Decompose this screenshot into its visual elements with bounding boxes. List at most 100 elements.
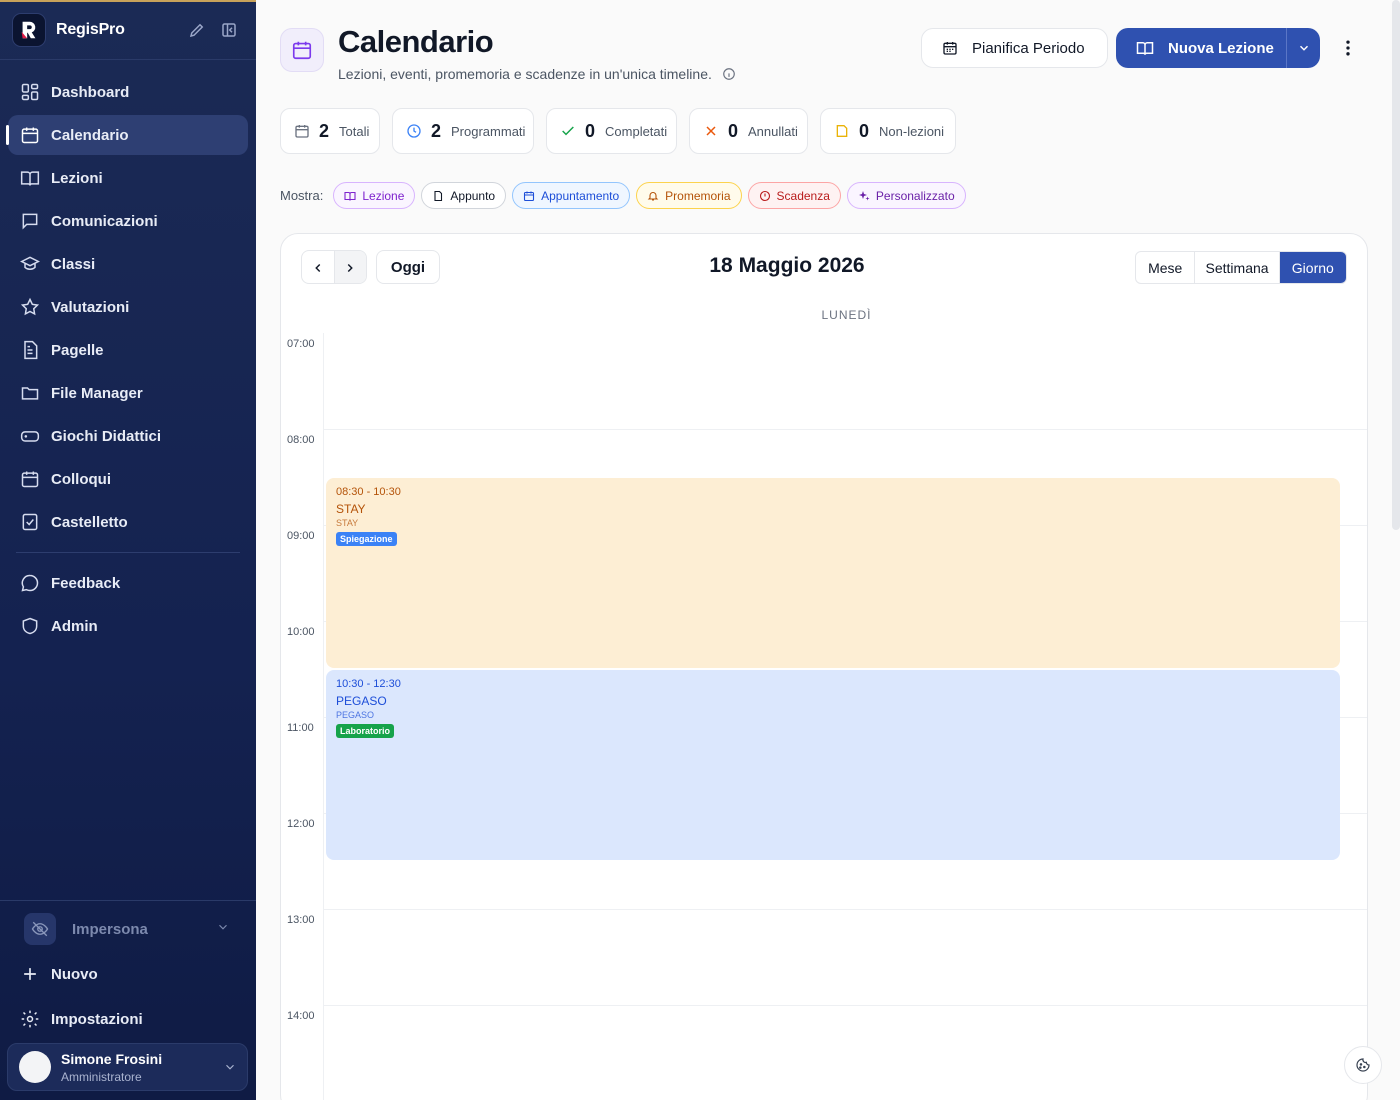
filter-chip-promemoria[interactable]: Promemoria (636, 182, 742, 209)
time-grid: 07:00 08:00 09:00 10:00 11:00 12:00 13:00 14:00… (281, 333, 1367, 1100)
avatar (19, 1051, 51, 1083)
new-button[interactable]: Nuovo (20, 959, 240, 989)
new-lesson-button[interactable]: Nuova Lezione (1116, 28, 1286, 68)
impersona-select[interactable]: Impersona (24, 912, 240, 946)
chip-label: Personalizzato (875, 188, 955, 203)
hour-label: 11:00 (287, 722, 314, 734)
sidebar-item-colloqui[interactable]: Colloqui (8, 459, 248, 499)
sidebar-item-comunicazioni[interactable]: Comunicazioni (8, 201, 248, 241)
note-icon (432, 190, 444, 202)
day-calendar: Oggi 18 Maggio 2026 Mese Settimana Giorn… (280, 233, 1368, 1100)
sidebar-item-label: Calendario (51, 126, 129, 144)
view-switcher: Mese Settimana Giorno (1135, 251, 1347, 284)
sidebar-item-valutazioni[interactable]: Valutazioni (8, 287, 248, 327)
sidebar-item-label: File Manager (51, 384, 143, 402)
calendar-event[interactable]: 08:30 - 10:30 STAY STAY Spiegazione (326, 478, 1340, 668)
view-week-button[interactable]: Settimana (1195, 252, 1280, 283)
sidebar-item-calendario[interactable]: Calendario (6, 115, 248, 155)
user-menu[interactable]: Simone Frosini Amministratore (7, 1043, 248, 1091)
sidebar-item-label: Pagelle (51, 341, 104, 359)
more-options-icon[interactable] (1338, 38, 1358, 58)
settings-link[interactable]: Impostazioni (20, 1004, 240, 1034)
hour-label: 08:00 (287, 434, 315, 446)
date-nav (301, 250, 367, 284)
gear-icon (20, 1009, 40, 1029)
sidebar-item-feedback[interactable]: Feedback (8, 563, 248, 603)
new-lesson-split-button: Nuova Lezione (1116, 28, 1320, 68)
day-column-header: LUNEDÌ (821, 308, 872, 322)
user-name: Simone Frosini (61, 1050, 163, 1067)
eye-off-icon (24, 913, 56, 945)
collapse-sidebar-icon[interactable] (220, 21, 238, 39)
filter-chip-lezione[interactable]: Lezione (333, 182, 416, 209)
view-month-button[interactable]: Mese (1136, 252, 1196, 283)
cookie-settings-button[interactable] (1344, 1046, 1382, 1084)
calendar-icon (20, 125, 40, 145)
event-time: 08:30 - 10:30 (336, 486, 401, 498)
filter-chip-scadenza[interactable]: Scadenza (747, 182, 841, 209)
stat-value: 2 (319, 120, 330, 141)
sidebar-item-dashboard[interactable]: Dashboard (8, 72, 248, 112)
subtitle-text: Lezioni, eventi, promemoria e scadenze i… (338, 66, 712, 82)
filter-chip-appuntamento[interactable]: Appuntamento (512, 182, 631, 209)
brand[interactable]: RegisPro (12, 12, 244, 48)
bell-icon (647, 190, 659, 202)
calendar-icon (280, 28, 324, 72)
message-icon (20, 211, 40, 231)
filter-chip-personalizzato[interactable]: Personalizzato (846, 182, 966, 209)
chip-label: Promemoria (665, 188, 731, 203)
book-open-icon (20, 168, 40, 188)
chevron-right-icon[interactable] (333, 251, 366, 283)
stat-completati: 0 Completati (546, 108, 677, 154)
sidebar: RegisPro Dashboard Calendario Lezioni Co… (0, 0, 256, 1100)
sidebar-item-pagelle[interactable]: Pagelle (8, 330, 248, 370)
sidebar-item-castelletto[interactable]: Castelletto (8, 502, 248, 542)
pencil-icon[interactable] (188, 21, 206, 39)
sidebar-item-label: Valutazioni (51, 298, 130, 316)
book-open-icon (344, 190, 356, 202)
sidebar-item-admin[interactable]: Admin (8, 606, 248, 646)
stat-annullati: 0 Annullati (689, 108, 808, 154)
stat-label: Completati (605, 123, 668, 139)
app-name: RegisPro (56, 21, 125, 38)
clock-icon (406, 123, 422, 139)
calendar-event[interactable]: 10:30 - 12:30 PEGASO PEGASO Laboratorio (326, 670, 1340, 860)
today-button[interactable]: Oggi (376, 250, 440, 284)
checklist-icon (20, 512, 40, 532)
chip-label: Scadenza (776, 188, 830, 203)
sidebar-item-label: Giochi Didattici (51, 427, 162, 445)
hour-gridline (323, 429, 1367, 430)
sidebar-nav: Dashboard Calendario Lezioni Comunicazio… (6, 72, 248, 649)
book-open-icon (1136, 39, 1154, 57)
hour-label: 10:00 (287, 626, 315, 638)
sidebar-item-label: Admin (51, 617, 98, 635)
sidebar-item-giochi-didattici[interactable]: Giochi Didattici (8, 416, 248, 456)
view-day-button[interactable]: Giorno (1279, 252, 1346, 283)
info-icon[interactable] (722, 67, 736, 81)
star-icon (20, 297, 40, 317)
calendar-icon (294, 123, 310, 139)
sidebar-item-label: Lezioni (51, 169, 103, 187)
new-lesson-dropdown[interactable] (1286, 28, 1320, 68)
sidebar-item-classi[interactable]: Classi (8, 244, 248, 284)
hour-gridline (323, 1005, 1367, 1006)
calendar-date-label: 18 Maggio 2026 (709, 254, 865, 277)
stat-value: 0 (859, 120, 870, 141)
filter-chip-appunto[interactable]: Appunto (421, 182, 507, 209)
hour-label: 09:00 (287, 530, 315, 542)
event-title: STAY (336, 502, 366, 516)
sidebar-item-lezioni[interactable]: Lezioni (8, 158, 248, 198)
plan-period-button[interactable]: Pianifica Periodo (921, 28, 1108, 68)
sidebar-accent-line (0, 0, 256, 2)
event-subtitle: PEGASO (336, 710, 375, 720)
filter-bar: Mostra: Lezione Appunto Appuntamento Pro… (280, 182, 972, 209)
page-scrollbar[interactable] (1392, 0, 1400, 530)
folder-icon (20, 383, 40, 403)
sidebar-item-file-manager[interactable]: File Manager (8, 373, 248, 413)
chat-bubble-icon (20, 573, 40, 593)
page-subtitle: Lezioni, eventi, promemoria e scadenze i… (338, 66, 736, 82)
note-icon (834, 123, 850, 139)
page-title: Calendario (338, 24, 494, 59)
stat-value: 2 (431, 120, 442, 141)
chevron-left-icon[interactable] (302, 251, 334, 283)
